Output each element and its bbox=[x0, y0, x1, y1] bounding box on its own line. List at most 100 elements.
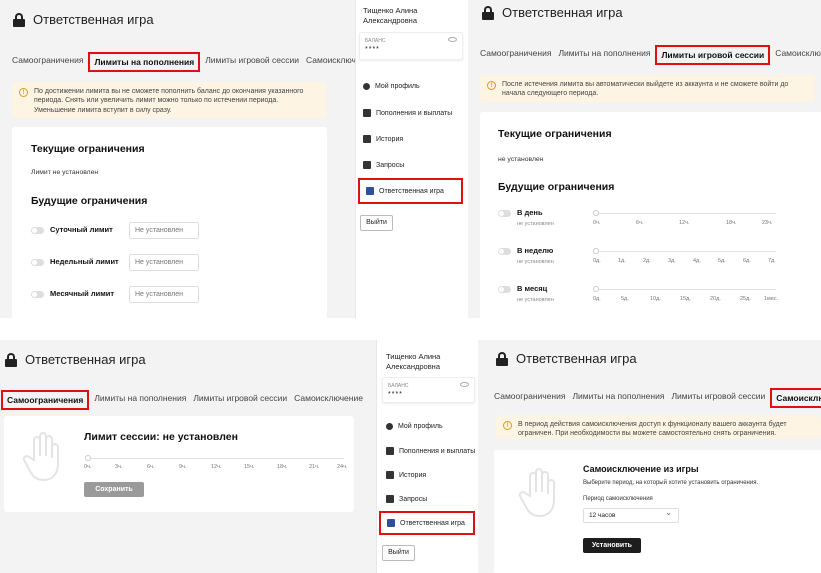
tab-self-limits[interactable]: Самоограничения bbox=[10, 52, 85, 72]
lock-icon bbox=[482, 5, 494, 20]
hand-icon bbox=[22, 432, 59, 482]
logout-button[interactable]: Выйти bbox=[382, 545, 415, 561]
tick-label: 20д. bbox=[710, 296, 721, 302]
weekly-limit-input[interactable]: Не установлен bbox=[129, 254, 199, 271]
sidebar-item-responsible-gaming[interactable]: Ответственная игра bbox=[358, 178, 463, 204]
tabs: Самоограничения Лимиты на пополнения Лим… bbox=[1, 390, 368, 410]
hand-icon bbox=[518, 468, 555, 518]
monthly-limit-label: Месячный лимит bbox=[50, 289, 115, 298]
tab-deposit-limits[interactable]: Лимиты на пополнения bbox=[556, 45, 652, 65]
balance-value: **** bbox=[388, 391, 403, 398]
balance-label: БАЛАНС bbox=[365, 38, 386, 44]
day-limit-status: не установлен bbox=[517, 221, 554, 227]
eye-icon[interactable] bbox=[460, 382, 469, 387]
current-value: Лимит не установлен bbox=[31, 169, 99, 176]
tab-session-limits[interactable]: Лимиты игровой сессии bbox=[655, 45, 771, 65]
self-exclusion-description: Выберите период, на который хотите устан… bbox=[583, 480, 759, 486]
sidebar-item-history[interactable]: История bbox=[386, 471, 426, 479]
tick-label: 0ч. bbox=[593, 220, 601, 226]
day-limit-toggle[interactable] bbox=[498, 210, 511, 217]
day-slider-handle[interactable] bbox=[593, 210, 599, 216]
future-heading: Будущие ограничения bbox=[31, 195, 148, 207]
session-slider-track[interactable] bbox=[88, 458, 344, 459]
warning-banner: ! По достижении лимита вы не сможете поп… bbox=[12, 82, 327, 118]
day-slider-track[interactable] bbox=[596, 213, 776, 214]
tick-label: 15д. bbox=[680, 296, 691, 302]
current-heading: Текущие ограничения bbox=[498, 128, 612, 140]
tab-deposit-limits[interactable]: Лимиты на пополнения bbox=[92, 390, 188, 410]
tab-self-limits[interactable]: Самоограничения bbox=[1, 390, 90, 410]
month-slider-handle[interactable] bbox=[593, 286, 599, 292]
session-slider-handle[interactable] bbox=[85, 455, 91, 461]
week-slider-track[interactable] bbox=[596, 251, 776, 252]
tick-label: 5д. bbox=[621, 296, 629, 302]
tab-self-exclusion[interactable]: Самоисключение bbox=[304, 52, 355, 72]
save-button[interactable]: Сохранить bbox=[84, 482, 144, 497]
tick-label: 3ч. bbox=[115, 464, 123, 470]
period-select[interactable]: 12 часов bbox=[583, 508, 679, 523]
tick-label: 15ч. bbox=[244, 464, 255, 470]
tick-label: 24ч. bbox=[337, 464, 348, 470]
sidebar-item-payments[interactable]: Пополнения и выплаты bbox=[363, 109, 452, 117]
tab-self-exclusion[interactable]: Самоисключение bbox=[292, 390, 365, 410]
page-title: Ответственная игра bbox=[13, 12, 154, 27]
tick-label: 12ч. bbox=[211, 464, 222, 470]
tab-session-limits[interactable]: Лимиты игровой сессии bbox=[191, 390, 289, 410]
month-slider-track[interactable] bbox=[596, 289, 776, 290]
tabs: Самоограничения Лимиты на пополнения Лим… bbox=[478, 45, 821, 65]
daily-limit-toggle[interactable] bbox=[31, 227, 44, 234]
sidebar-item-profile[interactable]: Мой профиль bbox=[386, 423, 443, 430]
info-icon: ! bbox=[503, 421, 512, 430]
month-limit-toggle[interactable] bbox=[498, 286, 511, 293]
lock-icon bbox=[366, 187, 374, 195]
tab-self-limits[interactable]: Самоограничения bbox=[478, 45, 553, 65]
tick-label: 21ч. bbox=[309, 464, 320, 470]
tab-session-limits[interactable]: Лимиты игровой сессии bbox=[669, 388, 767, 408]
self-limits-panel: Ответственная игра Самоограничения Лимит… bbox=[0, 340, 376, 573]
sidebar-item-history[interactable]: История bbox=[363, 135, 403, 143]
sidebar-item-profile[interactable]: Мой профиль bbox=[363, 83, 420, 90]
eye-icon[interactable] bbox=[448, 37, 457, 42]
self-exclusion-panel: Ответственная игра Самоограничения Лимит… bbox=[478, 340, 821, 573]
session-limits-card: Текущие ограничения не установлен Будущи… bbox=[480, 112, 821, 318]
tick-label: 0ч. bbox=[84, 464, 92, 470]
tick-label: 18ч. bbox=[726, 220, 737, 226]
tick-label: 2д. bbox=[643, 258, 651, 264]
sidebar-item-payments[interactable]: Пополнения и выплаты bbox=[386, 447, 475, 455]
current-heading: Текущие ограничения bbox=[31, 143, 145, 155]
lock-icon bbox=[13, 12, 25, 27]
tab-deposit-limits[interactable]: Лимиты на пополнения bbox=[570, 388, 666, 408]
month-limit-label: В месяц bbox=[517, 284, 548, 293]
tab-self-exclusion[interactable]: Самоисключение bbox=[773, 45, 821, 65]
current-value: не установлен bbox=[498, 156, 544, 163]
sidebar-item-responsible-gaming[interactable]: Ответственная игра bbox=[379, 511, 475, 535]
tab-self-exclusion[interactable]: Самоисключение bbox=[770, 388, 821, 408]
week-limit-toggle[interactable] bbox=[498, 248, 511, 255]
week-slider-handle[interactable] bbox=[593, 248, 599, 254]
session-limit-heading: Лимит сессии: не установлен bbox=[84, 431, 238, 443]
set-exclusion-button[interactable]: Установить bbox=[583, 538, 641, 553]
weekly-limit-toggle[interactable] bbox=[31, 259, 44, 266]
tick-label: 7д. bbox=[768, 258, 776, 264]
tick-label: 0д. bbox=[593, 258, 601, 264]
week-limit-status: не установлен bbox=[517, 259, 554, 265]
tab-self-limits[interactable]: Самоограничения bbox=[492, 388, 567, 408]
tab-deposit-limits[interactable]: Лимиты на пополнения bbox=[88, 52, 201, 72]
monthly-limit-input[interactable]: Не установлен bbox=[129, 286, 199, 303]
day-limit-label: В день bbox=[517, 208, 543, 217]
logout-button[interactable]: Выйти bbox=[360, 215, 393, 231]
sidebar-item-requests[interactable]: Запросы bbox=[386, 495, 427, 503]
self-exclusion-heading: Самоисключение из игры bbox=[583, 464, 699, 474]
weekly-limit-label: Недельный лимит bbox=[50, 257, 119, 266]
lock-icon bbox=[5, 352, 17, 367]
tick-label: 9ч. bbox=[179, 464, 187, 470]
balance-card: БАЛАНС **** bbox=[382, 377, 475, 403]
monthly-limit-toggle[interactable] bbox=[31, 291, 44, 298]
future-heading: Будущие ограничения bbox=[498, 181, 615, 193]
balance-label: БАЛАНС bbox=[388, 383, 409, 389]
sidebar-item-requests[interactable]: Запросы bbox=[363, 161, 404, 169]
history-icon bbox=[386, 471, 394, 479]
wallet-icon bbox=[386, 447, 394, 455]
tab-session-limits[interactable]: Лимиты игровой сессии bbox=[203, 52, 301, 72]
daily-limit-input[interactable]: Не установлен bbox=[129, 222, 199, 239]
